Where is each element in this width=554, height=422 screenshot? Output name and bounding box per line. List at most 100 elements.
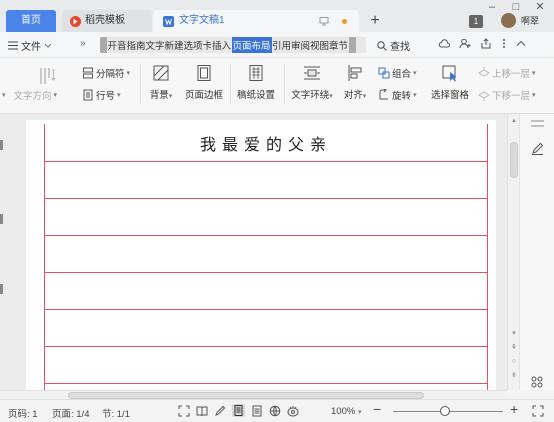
caret-down-icon: ▾ xyxy=(532,70,536,77)
prev-page-icon[interactable]: ⇞ xyxy=(510,344,518,352)
hamburger-icon xyxy=(8,41,18,50)
paper-settings-button[interactable]: 稿纸设置 xyxy=(234,64,278,101)
line-number-button[interactable]: 行号 ▾ xyxy=(82,88,121,102)
page-border-label: 页面边框 xyxy=(184,90,223,101)
more-vertical-icon[interactable] xyxy=(501,38,507,49)
grid-line xyxy=(45,235,487,236)
tab-templates[interactable]: 稻壳模板 xyxy=(62,10,152,32)
web-view-icon[interactable] xyxy=(269,405,281,417)
rotate-icon xyxy=(379,89,388,100)
align-icon xyxy=(348,65,362,81)
status-section[interactable]: 节: 1/1 xyxy=(102,406,130,420)
move-up-label: 上移一层 xyxy=(492,69,531,80)
zoom-out-button[interactable]: − xyxy=(373,401,381,417)
tab-page-layout[interactable]: 页面布局 xyxy=(231,37,272,53)
menu-lines-icon[interactable] xyxy=(531,120,544,128)
horizontal-scrollbar[interactable] xyxy=(0,390,507,399)
grid-line xyxy=(45,161,487,162)
line-number-label: 行号 xyxy=(96,91,116,102)
status-page[interactable]: 页面: 1/4 xyxy=(52,406,90,420)
text-wrap-icon xyxy=(304,66,320,80)
fullscreen-icon[interactable] xyxy=(178,405,190,417)
page-border-icon xyxy=(197,65,211,81)
notification-badge[interactable]: 1 xyxy=(469,15,483,28)
apps-grid-icon[interactable] xyxy=(531,376,543,388)
menu-scroll-left[interactable] xyxy=(100,37,107,53)
selection-pane-icon xyxy=(442,65,457,82)
search-button[interactable]: 查找 xyxy=(377,38,410,53)
share-user-icon[interactable] xyxy=(459,38,471,49)
align-button[interactable]: 对齐▾ xyxy=(340,64,370,101)
page-border-button[interactable]: 页面边框 xyxy=(184,64,224,101)
write-mode-icon[interactable] xyxy=(214,405,226,417)
new-tab-button[interactable]: + xyxy=(366,10,384,32)
zoom-value: 100% xyxy=(331,406,356,417)
align-label: 对齐 xyxy=(343,90,363,101)
zoom-in-button[interactable]: + xyxy=(510,401,518,417)
menu-more-button[interactable]: » xyxy=(80,38,86,49)
writer-doc-icon xyxy=(163,15,174,27)
text-wrap-button[interactable]: 文字环绕▾ xyxy=(288,64,336,101)
ribbon-toolbar: ▾ 文字方向 ▾ 分隔符 ▾ 行号 ▾ 背景▾ 页面边框 稿纸设置 文字环绕▾ … xyxy=(0,58,554,114)
browse-object-icon[interactable]: ○ xyxy=(510,358,518,366)
scroll-up-icon[interactable]: ▴ xyxy=(510,117,518,125)
page-view-icon[interactable] xyxy=(232,404,245,417)
fit-window-icon[interactable] xyxy=(532,405,544,417)
pen-icon[interactable] xyxy=(531,142,544,155)
username[interactable]: 啊翠 xyxy=(521,14,539,27)
vertical-scroll-thumb[interactable] xyxy=(510,142,518,178)
tab-document-label: 文字文稿1 xyxy=(179,15,225,26)
page-break-icon xyxy=(83,67,93,79)
menu-scroll-right[interactable] xyxy=(348,37,356,53)
title-bar: 首页 稻壳模板 文字文稿1 + – □ ✕ 1 啊翠 xyxy=(0,0,554,32)
selection-pane-button[interactable]: 选择窗格 xyxy=(428,64,472,101)
text-direction-button[interactable]: ▾ 文字方向 ▾ xyxy=(2,88,57,102)
cloud-icon[interactable] xyxy=(438,38,450,49)
document-area[interactable]: 我最爱的父亲 xyxy=(0,114,507,390)
tab-document[interactable]: 文字文稿1 xyxy=(153,10,359,32)
chevron-up-icon[interactable] xyxy=(516,38,526,49)
move-up-button[interactable]: 上移一层 ▾ xyxy=(478,66,536,80)
text-wrap-label: 文字环绕 xyxy=(291,90,330,101)
avatar[interactable] xyxy=(501,13,516,28)
reading-mode-icon[interactable] xyxy=(196,405,208,417)
separator-button[interactable]: 分隔符 ▾ xyxy=(82,66,130,80)
scroll-down-icon[interactable]: ▾ xyxy=(510,330,518,338)
next-page-icon[interactable]: ⇟ xyxy=(510,372,518,380)
vertical-scrollbar[interactable]: ▴ ▾ ⇞ ○ ⇟ xyxy=(507,114,519,390)
chevron-down-icon xyxy=(44,43,52,48)
move-down-label: 下移一层 xyxy=(492,91,531,102)
right-sidebar xyxy=(519,114,554,390)
eye-protect-icon[interactable] xyxy=(287,405,299,417)
rotate-button[interactable]: 旋转 ▾ xyxy=(378,88,417,102)
status-page-code[interactable]: 页码: 1 xyxy=(8,406,38,420)
zoom-slider-knob[interactable] xyxy=(440,406,450,416)
caret-down-icon: ▾ xyxy=(413,70,417,77)
move-down-button[interactable]: 下移一层 ▾ xyxy=(478,88,536,102)
grid-line xyxy=(45,383,487,384)
document-page[interactable]: 我最爱的父亲 xyxy=(26,120,496,390)
zoom-level[interactable]: 100% ▾ xyxy=(331,406,361,417)
background-button[interactable]: 背景▾ xyxy=(146,64,176,101)
separator-label: 分隔符 xyxy=(96,69,125,80)
rotate-label: 旋转 xyxy=(392,91,412,102)
tab-home[interactable]: 首页 xyxy=(6,10,56,32)
caret-down-icon: ▾ xyxy=(413,92,417,99)
horizontal-scroll-thumb[interactable] xyxy=(68,392,424,399)
selection-pane-label: 选择窗格 xyxy=(430,90,469,101)
minimize-button[interactable]: – xyxy=(480,0,504,16)
group-button[interactable]: 组合 ▾ xyxy=(378,66,417,80)
grid-line xyxy=(45,272,487,273)
menu-tabs-suffix[interactable]: 引用审阅视图章节 xyxy=(272,38,349,52)
grid-line xyxy=(45,198,487,199)
grid-line xyxy=(45,346,487,347)
menu-tabs-prefix[interactable]: 开音指南文字新建选项卡插入 xyxy=(107,38,232,52)
file-menu[interactable]: 文件 xyxy=(8,38,52,53)
export-icon[interactable] xyxy=(480,38,492,49)
search-label: 查找 xyxy=(390,42,410,53)
document-title[interactable]: 我最爱的父亲 xyxy=(45,131,487,155)
caret-down-icon: ▾ xyxy=(53,92,58,99)
group-label: 组合 xyxy=(392,69,412,80)
monitor-icon[interactable] xyxy=(319,16,329,26)
outline-view-icon[interactable] xyxy=(251,405,263,417)
